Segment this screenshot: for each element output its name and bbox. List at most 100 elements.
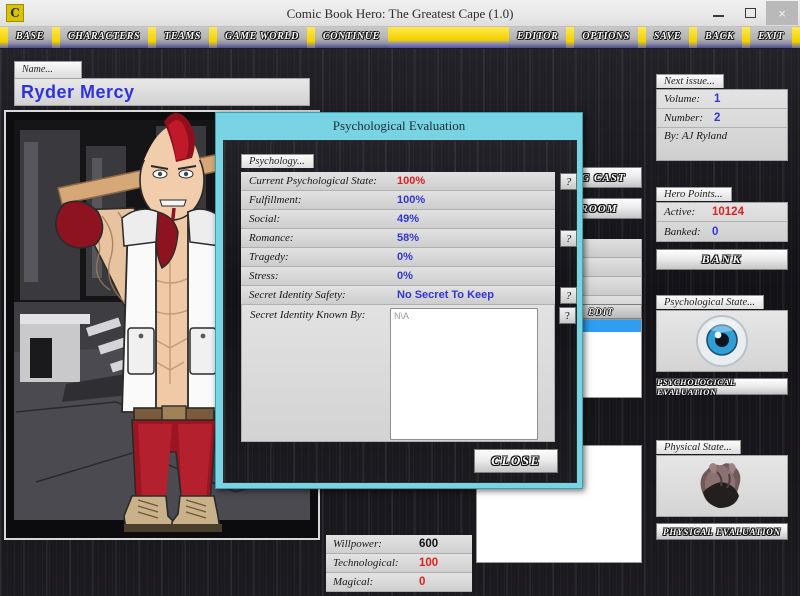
row-value: No Secret To Keep <box>397 289 494 301</box>
psychological-evaluation-button[interactable]: PSYCHOLOGICAL EVALUATION <box>656 377 788 397</box>
menu-divider <box>51 27 60 48</box>
minimize-icon <box>712 15 724 17</box>
menu-item-back[interactable]: BACK <box>697 27 742 48</box>
menu-divider <box>148 27 157 48</box>
number-label: Number: <box>664 112 704 124</box>
row-current-psychological-state: Current Psychological State: 100% ? <box>241 172 577 191</box>
physical-evaluation-button[interactable]: PHYSICAL EVALUATION <box>656 523 788 540</box>
character-name-field[interactable]: Ryder Mercy <box>14 78 310 106</box>
row-label: Current Psychological State: <box>249 175 377 187</box>
help-icon[interactable]: ? <box>560 230 577 247</box>
dialog-body: Psychology... Current Psychological Stat… <box>223 140 577 483</box>
row-value: 49% <box>397 213 420 225</box>
psychology-table: Current Psychological State: 100% ? Fulf… <box>241 172 577 305</box>
row-fulfillment: Fulfillment: 100% <box>241 191 555 210</box>
active-label: Active: <box>664 206 696 218</box>
row-stress: Stress: 0% <box>241 267 555 286</box>
stat-value: 100 <box>419 557 439 569</box>
heart-icon <box>656 455 788 517</box>
main-content: Name... Ryder Mercy NG CAST ROOM EDIT Wi… <box>0 49 800 596</box>
next-issue-tab: Next issue... <box>656 74 724 88</box>
stat-label: Willpower: <box>333 538 382 550</box>
dialog-close-button[interactable]: CLOSE <box>474 449 558 473</box>
volume-value: 1 <box>714 93 721 105</box>
menu-item-options[interactable]: OPTIONS <box>574 27 638 48</box>
volume-label: Volume: <box>664 93 701 105</box>
next-issue-body: Volume: 1 Number: 2 By: AJ Ryland <box>656 89 788 161</box>
row-value: 58% <box>397 232 420 244</box>
maximize-icon <box>744 8 756 18</box>
psychology-section-tab: Psychology... <box>241 154 314 168</box>
help-icon[interactable]: ? <box>560 173 577 190</box>
heart-icon-art <box>700 463 741 508</box>
title-bar: C Comic Book Hero: The Greatest Cape (1.… <box>0 0 800 27</box>
row-label: Fulfillment: <box>249 194 302 206</box>
bank-button[interactable]: BANK <box>656 249 788 270</box>
hero-points-panel: Hero Points... Active: 10124 Banked: 0 B… <box>656 184 788 270</box>
number-value: 2 <box>714 112 721 124</box>
active-value: 10124 <box>712 206 744 218</box>
hero-points-banked-row: Banked: 0 <box>657 222 787 241</box>
maximize-button[interactable] <box>734 1 766 25</box>
row-label: Secret Identity Safety: <box>249 289 346 301</box>
menu-item-exit[interactable]: EXIT <box>750 27 792 48</box>
menu-item-teams[interactable]: TEAMS <box>156 27 209 48</box>
row-label: Stress: <box>249 270 279 282</box>
menu-item-characters[interactable]: CHARACTERS <box>60 27 148 48</box>
menu-item-base[interactable]: BASE <box>8 27 52 48</box>
menu-item-editor[interactable]: EDITOR <box>509 27 566 48</box>
stat-label: Technological: <box>333 557 399 569</box>
menu-divider <box>209 27 218 48</box>
hero-points-active-row: Active: 10124 <box>657 203 787 222</box>
menu-item-save[interactable]: SAVE <box>646 27 689 48</box>
row-secret-identity-safety: Secret Identity Safety: No Secret To Kee… <box>241 286 577 305</box>
row-label: Tragedy: <box>249 251 289 263</box>
physical-state-tab: Physical State... <box>656 440 741 454</box>
menu-divider <box>689 27 698 48</box>
stat-row-willpower: Willpower: 600 <box>326 535 472 554</box>
help-icon[interactable]: ? <box>560 287 577 304</box>
row-social: Social: 49% <box>241 210 555 229</box>
row-tragedy: Tragedy: 0% <box>241 248 555 267</box>
app-window: C Comic Book Hero: The Greatest Cape (1.… <box>0 0 800 596</box>
row-value: 0% <box>397 251 413 263</box>
row-label: Social: <box>249 213 281 225</box>
row-value: 100% <box>397 175 426 187</box>
close-button[interactable]: × <box>766 1 798 25</box>
name-tab-label: Name... <box>14 61 82 78</box>
menu-divider <box>0 27 8 48</box>
bottom-stats-panel: Willpower: 600 Technological: 100 Magica… <box>326 535 472 592</box>
minimize-button[interactable] <box>702 1 734 25</box>
psychological-evaluation-dialog: Psychological Evaluation Psychology... C… <box>215 112 583 489</box>
known-by-listbox[interactable]: N\A <box>390 308 538 440</box>
hero-points-tab: Hero Points... <box>656 187 732 201</box>
row-romance: Romance: 58% ? <box>241 229 577 248</box>
menu-divider <box>792 27 800 48</box>
menu-item-game-world[interactable]: GAME WORLD <box>217 27 307 48</box>
stat-row-magical: Magical: 0 <box>326 573 472 592</box>
banked-label: Banked: <box>664 225 701 238</box>
psychological-state-panel: Psychological State... PSYCHOLOGICAL EVA… <box>656 292 788 397</box>
next-issue-panel: Next issue... Volume: 1 Number: 2 By: AJ… <box>656 71 788 161</box>
row-value: 100% <box>397 194 426 206</box>
dialog-title: Psychological Evaluation <box>332 118 466 133</box>
window-controls: × <box>702 1 798 25</box>
menu-divider <box>742 27 751 48</box>
next-issue-author: By: AJ Ryland <box>664 130 728 142</box>
help-icon[interactable]: ? <box>559 307 576 324</box>
stat-value: 600 <box>419 538 439 550</box>
menu-spacer <box>387 27 510 48</box>
row-label: Romance: <box>249 232 294 244</box>
hero-points-body: Active: 10124 Banked: 0 <box>656 202 788 242</box>
stat-value: 0 <box>419 576 426 588</box>
menu-item-continue[interactable]: CONTINUE <box>315 27 388 48</box>
next-issue-volume-row: Volume: 1 <box>657 90 787 109</box>
known-by-label: Secret Identity Known By: <box>250 309 366 321</box>
menu-divider <box>306 27 315 48</box>
next-issue-number-row: Number: 2 <box>657 109 787 128</box>
psychological-state-tab: Psychological State... <box>656 295 764 309</box>
main-menu-bar: BASE CHARACTERS TEAMS GAME WORLD CONTINU… <box>0 27 800 49</box>
eye-icon-art <box>696 315 748 367</box>
secret-identity-known-by-block: Secret Identity Known By: N\A ? <box>241 304 576 442</box>
stat-row-technological: Technological: 100 <box>326 554 472 573</box>
